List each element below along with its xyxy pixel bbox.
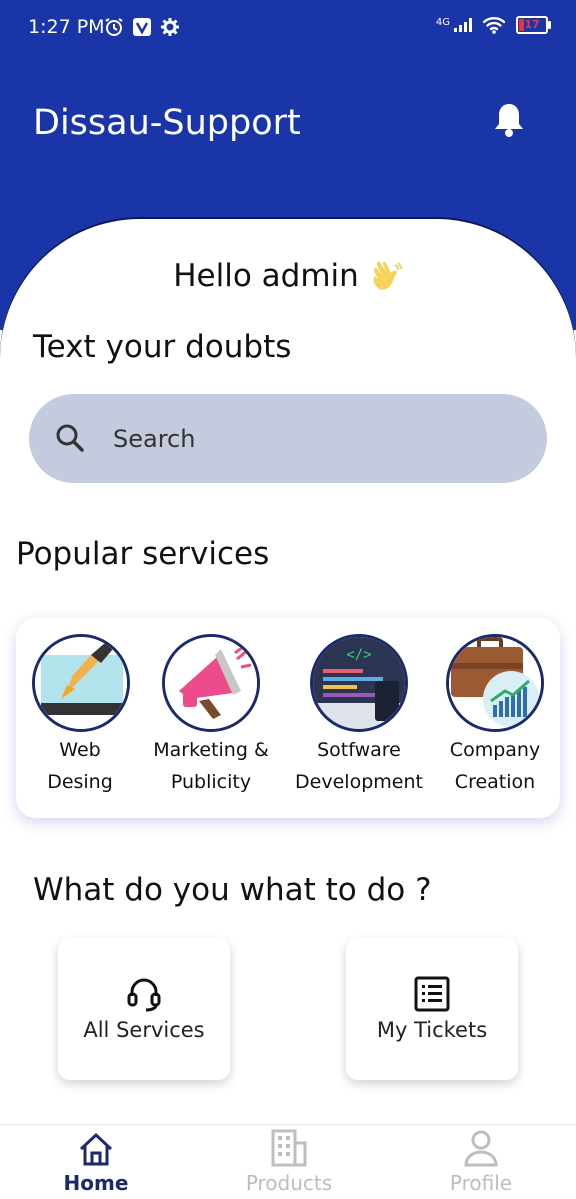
search-input[interactable]	[111, 420, 495, 458]
home-icon	[79, 1132, 113, 1166]
service-label-line2: Publicity	[170, 771, 252, 793]
nav-home[interactable]: Home	[36, 1125, 156, 1199]
building-icon	[271, 1129, 307, 1167]
service-label: Company Creation	[440, 734, 550, 798]
briefcase-growth-icon	[446, 634, 544, 732]
service-label-line2: Creation	[454, 771, 536, 793]
service-label: Marketing & Publicity	[150, 734, 272, 798]
wifi-icon	[482, 17, 506, 34]
app-title: Dissau-Support	[33, 103, 301, 143]
status-time: 1:27 PM	[28, 16, 105, 38]
nav-products[interactable]: Products	[229, 1125, 349, 1199]
svg-text:</>: </>	[346, 647, 371, 663]
service-company[interactable]: Company Creation	[440, 634, 550, 798]
service-label-line1: Web	[59, 739, 101, 761]
battery-level: 17	[524, 18, 540, 31]
nav-profile-label: Profile	[449, 1171, 513, 1195]
service-label-line1: Company	[449, 739, 541, 761]
service-software[interactable]: </> Sotfware Development	[289, 634, 429, 798]
service-label-line1: Marketing &	[153, 739, 269, 761]
web-design-icon	[32, 634, 130, 732]
battery-icon: 17	[516, 16, 551, 34]
service-marketing[interactable]: Marketing & Publicity	[150, 634, 272, 798]
popular-services-card: Web Desing Marketing & Publicity </> Sotfw…	[16, 618, 560, 818]
bell-icon[interactable]	[492, 101, 526, 139]
megaphone-icon	[162, 634, 260, 732]
all-services-button[interactable]: All Services	[58, 938, 230, 1080]
alarm-icon	[105, 18, 123, 36]
settings-icon	[161, 18, 179, 36]
headset-icon	[127, 978, 161, 1012]
search-icon	[56, 424, 84, 452]
status-bar: 1:27 PM 4G 17	[0, 0, 576, 56]
nav-profile[interactable]: Profile	[421, 1125, 541, 1199]
app-v-icon	[133, 18, 151, 36]
service-label: Web Desing	[32, 734, 128, 798]
my-tickets-label: My Tickets	[376, 1018, 488, 1042]
service-web-design[interactable]: Web Desing	[32, 634, 130, 798]
waving-hand-icon	[373, 261, 402, 290]
doubts-heading: Text your doubts	[33, 329, 292, 365]
bottom-navigation: Home Products Profile	[0, 1124, 576, 1199]
greeting: Hello admin	[0, 258, 576, 295]
code-monitor-icon: </>	[310, 634, 408, 732]
network-indicator: 4G	[436, 18, 472, 32]
user-icon	[464, 1130, 498, 1167]
my-tickets-button[interactable]: My Tickets	[346, 938, 518, 1080]
greeting-text: Hello admin	[173, 258, 359, 294]
actions-heading: What do you what to do ?	[33, 872, 432, 908]
nav-home-label: Home	[63, 1171, 129, 1195]
service-label-line2: Desing	[47, 771, 113, 793]
service-label: Sotfware Development	[289, 734, 429, 798]
nav-products-label: Products	[245, 1171, 333, 1195]
search-bar[interactable]	[29, 394, 547, 483]
all-services-label: All Services	[83, 1018, 205, 1042]
list-icon	[414, 976, 450, 1012]
service-label-line1: Sotfware	[317, 739, 401, 761]
service-label-line2: Development	[295, 771, 423, 793]
network-label: 4G	[435, 17, 450, 28]
signal-icon	[454, 18, 472, 32]
popular-heading: Popular services	[16, 536, 270, 572]
